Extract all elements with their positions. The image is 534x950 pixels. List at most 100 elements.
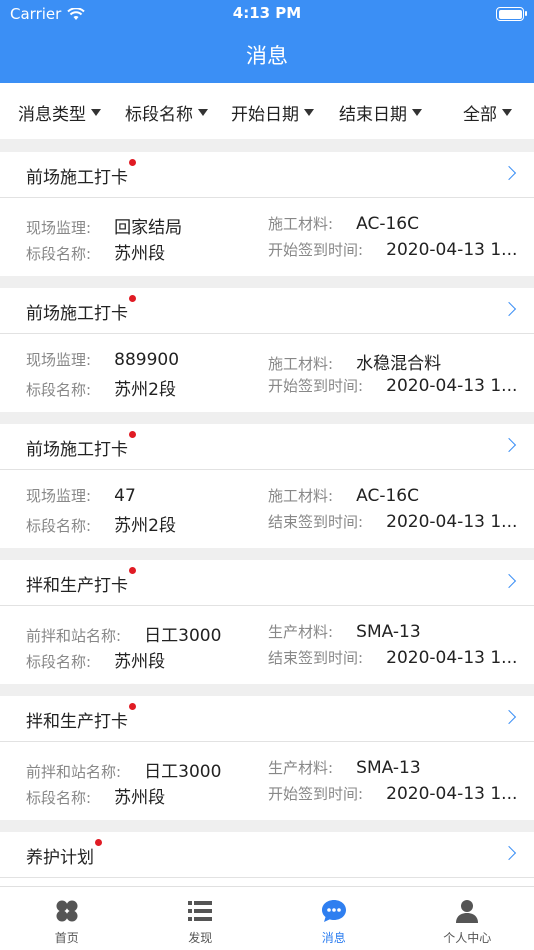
message-card[interactable]: 拌和生产打卡 前拌和站名称: 日工3000 生产材料: SMA-13 标段名称:… [0, 696, 534, 820]
chevron-right-icon[interactable] [501, 165, 517, 181]
field-value: 苏州段 [114, 788, 166, 808]
field-row: 前拌和站名称: 日工3000 [26, 621, 221, 646]
field-label: 生产材料: [268, 759, 334, 777]
caret-down-icon [304, 109, 314, 116]
field-label: 结束签到时间: [268, 513, 364, 531]
message-card[interactable]: 前场施工打卡 现场监理: 回家结局 施工材料: AC-16C 标段名称: 苏州段… [0, 152, 534, 276]
status-time: 4:13 PM [232, 4, 302, 22]
caret-down-icon [502, 109, 512, 116]
field-row: 施工材料: AC-16C [268, 485, 419, 506]
chevron-right-icon[interactable] [501, 301, 517, 317]
message-list: 前场施工打卡 现场监理: 回家结局 施工材料: AC-16C 标段名称: 苏州段… [0, 152, 534, 904]
card-title: 前场施工打卡 [26, 431, 136, 460]
card-header[interactable]: 前场施工打卡 [0, 424, 534, 470]
unread-dot-icon [129, 567, 136, 574]
card-header[interactable]: 前场施工打卡 [0, 152, 534, 198]
tab-home[interactable]: 首页 [0, 887, 134, 950]
field-label: 标段名称: [26, 789, 92, 807]
field-value: 2020-04-13 1... [386, 512, 518, 532]
field-row: 标段名称: 苏州段 [26, 647, 165, 672]
filter-end-date[interactable]: 结束日期 [339, 100, 422, 125]
field-label: 开始签到时间: [268, 377, 364, 395]
nav-header: Carrier 4:13 PM 消息 [0, 0, 534, 83]
card-header[interactable]: 养护计划 [0, 832, 534, 878]
card-title: 养护计划 [26, 839, 102, 868]
field-row: 结束签到时间: 2020-04-13 1... [268, 511, 517, 532]
filter-label: 结束日期 [339, 105, 407, 125]
field-row: 施工材料: 水稳混合料 [268, 349, 441, 374]
filter-all[interactable]: 全部 [463, 100, 512, 125]
field-row: 前拌和站名称: 日工3000 [26, 757, 221, 782]
field-row: 生产材料: SMA-13 [268, 621, 421, 642]
field-label: 标段名称: [26, 245, 92, 263]
field-label: 生产材料: [268, 623, 334, 641]
chevron-right-icon[interactable] [501, 437, 517, 453]
caret-down-icon [198, 109, 208, 116]
field-label: 前拌和站名称: [26, 627, 122, 645]
field-value: 苏州段 [114, 244, 166, 264]
unread-dot-icon [95, 839, 102, 846]
unread-dot-icon [129, 295, 136, 302]
filter-bar: 消息类型 标段名称 开始日期 结束日期 全部 [0, 83, 534, 139]
field-row: 标段名称: 苏州段 [26, 783, 165, 808]
field-label: 现场监理: [26, 219, 92, 237]
field-label: 施工材料: [268, 355, 334, 373]
field-row: 现场监理: 889900 [26, 349, 179, 370]
message-card[interactable]: 前场施工打卡 现场监理: 47 施工材料: AC-16C 标段名称: 苏州2段 … [0, 424, 534, 548]
field-value: SMA-13 [356, 758, 421, 778]
message-card[interactable]: 养护计划 [0, 832, 534, 892]
field-row: 现场监理: 47 [26, 485, 136, 506]
card-header[interactable]: 拌和生产打卡 [0, 696, 534, 742]
field-label: 前拌和站名称: [26, 763, 122, 781]
field-label: 标段名称: [26, 517, 92, 535]
battery-icon [496, 7, 527, 21]
tab-discover[interactable]: 发现 [134, 887, 268, 950]
chevron-right-icon[interactable] [501, 709, 517, 725]
field-value: SMA-13 [356, 622, 421, 642]
field-label: 施工材料: [268, 487, 334, 505]
unread-dot-icon [129, 703, 136, 710]
message-card[interactable]: 拌和生产打卡 前拌和站名称: 日工3000 生产材料: SMA-13 标段名称:… [0, 560, 534, 684]
filter-section-name[interactable]: 标段名称 [125, 100, 208, 125]
tab-profile[interactable]: 个人中心 [401, 887, 534, 950]
field-label: 施工材料: [268, 215, 334, 233]
filter-label: 消息类型 [18, 105, 86, 125]
field-row: 现场监理: 回家结局 [26, 213, 182, 238]
field-value: 2020-04-13 1... [386, 240, 518, 260]
field-label: 现场监理: [26, 351, 92, 369]
field-value: 2020-04-13 1... [386, 784, 518, 804]
tab-label: 发现 [188, 931, 213, 945]
tab-messages[interactable]: 消息 [267, 887, 401, 950]
field-label: 结束签到时间: [268, 649, 364, 667]
field-value: AC-16C [356, 214, 419, 234]
field-row: 开始签到时间: 2020-04-13 1... [268, 239, 517, 260]
tab-label: 首页 [54, 931, 79, 945]
field-row: 结束签到时间: 2020-04-13 1... [268, 647, 517, 668]
tab-bar: 首页 发现 消息 个人中心 [0, 886, 534, 950]
chevron-right-icon[interactable] [501, 845, 517, 861]
field-value: 2020-04-13 1... [386, 648, 518, 668]
field-value: 47 [114, 486, 136, 506]
chevron-right-icon[interactable] [501, 573, 517, 589]
field-value: 日工3000 [144, 626, 222, 646]
field-label: 开始签到时间: [268, 785, 364, 803]
card-title: 拌和生产打卡 [26, 567, 136, 596]
unread-dot-icon [129, 159, 136, 166]
card-header[interactable]: 前场施工打卡 [0, 288, 534, 334]
filter-label: 全部 [463, 105, 497, 125]
field-row: 开始签到时间: 2020-04-13 1... [268, 375, 517, 396]
field-row: 生产材料: SMA-13 [268, 757, 421, 778]
field-label: 开始签到时间: [268, 241, 364, 259]
filter-message-type[interactable]: 消息类型 [18, 100, 101, 125]
tab-label: 个人中心 [443, 931, 492, 945]
field-row: 开始签到时间: 2020-04-13 1... [268, 783, 517, 804]
field-value: 水稳混合料 [356, 354, 442, 374]
field-value: 回家结局 [114, 218, 183, 238]
field-value: 苏州2段 [114, 380, 176, 400]
card-header[interactable]: 拌和生产打卡 [0, 560, 534, 606]
filter-start-date[interactable]: 开始日期 [231, 100, 314, 125]
card-title: 前场施工打卡 [26, 159, 136, 188]
field-value: 889900 [114, 350, 180, 370]
tab-label: 消息 [321, 931, 346, 945]
message-card[interactable]: 前场施工打卡 现场监理: 889900 施工材料: 水稳混合料 标段名称: 苏州… [0, 288, 534, 412]
